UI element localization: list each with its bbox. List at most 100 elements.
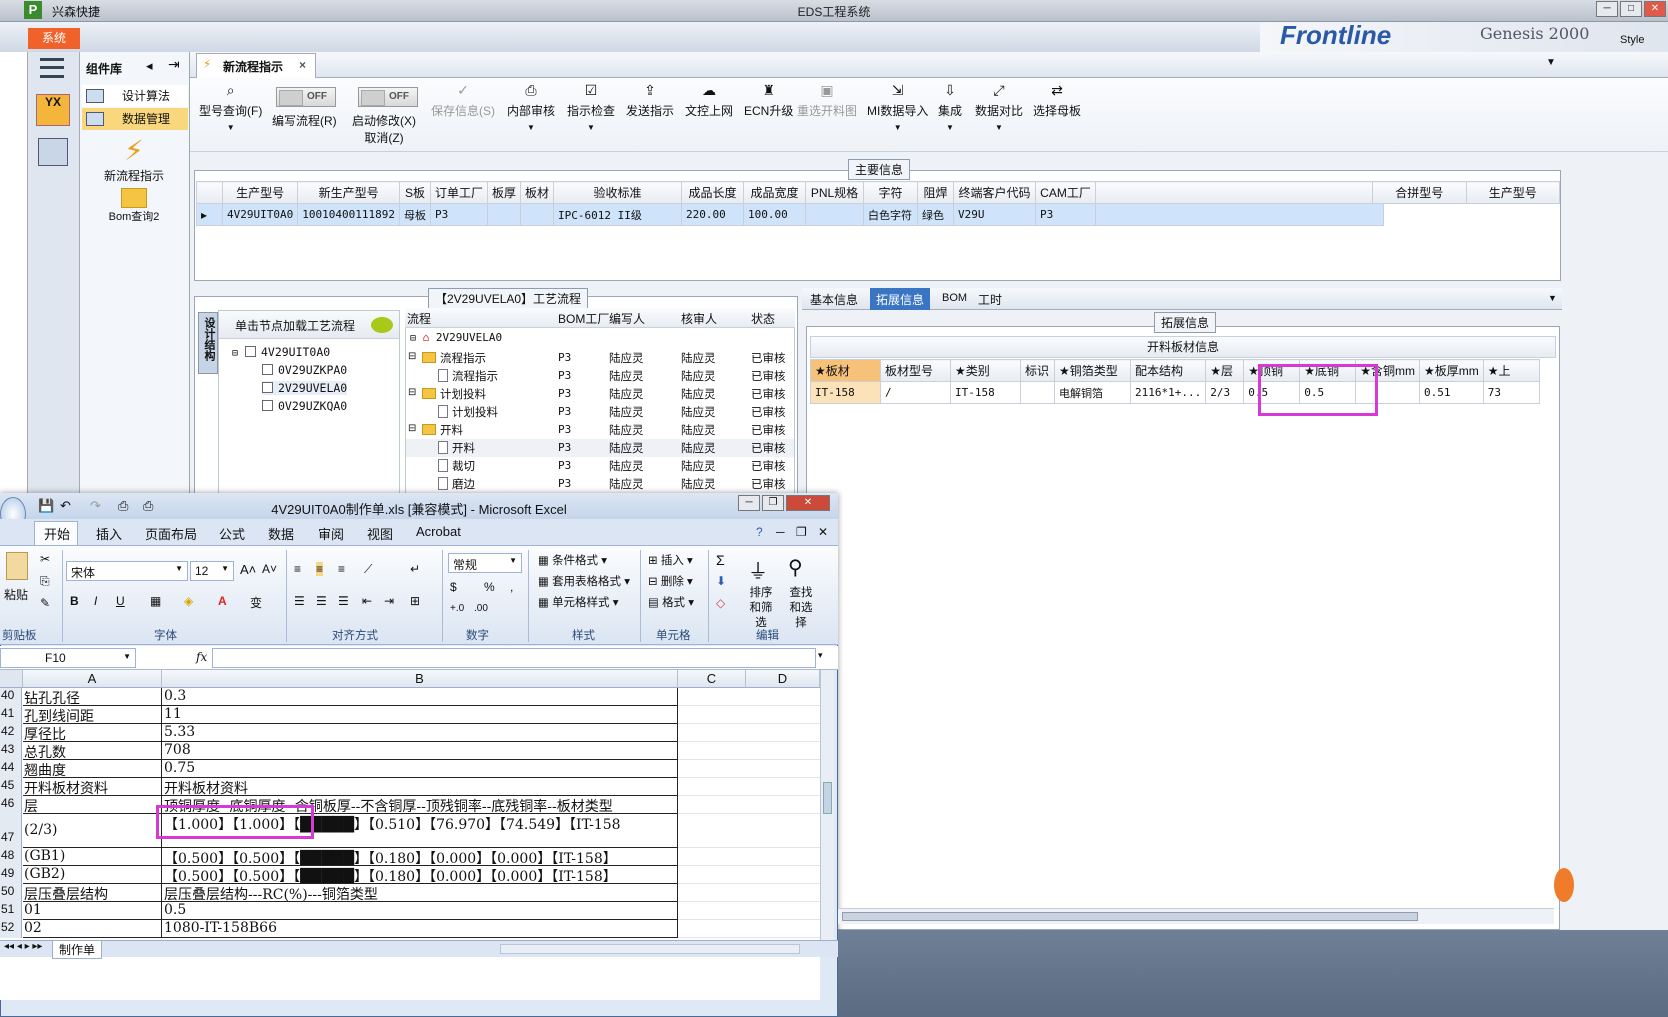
cell[interactable] — [805, 203, 864, 226]
cell-c[interactable] — [678, 920, 820, 938]
align-top-icon[interactable]: ≡ — [294, 562, 301, 576]
cell-a[interactable]: 层 — [23, 796, 162, 814]
sheet-row[interactable]: 46 层顶铜厚度--底铜厚度--含铜板厚--不含铜厚--顶残铜率--底残铜率--板… — [0, 796, 820, 814]
italic-icon[interactable]: I — [94, 594, 97, 608]
decrease-decimal-icon[interactable]: .00 — [474, 603, 488, 614]
shrink-font-icon[interactable]: A˅ — [262, 562, 277, 576]
clear-icon[interactable]: ◇ — [716, 596, 725, 610]
row-number[interactable]: 52 — [0, 920, 22, 938]
delete-cells-button[interactable]: ⊟ 删除 ▾ — [648, 573, 693, 589]
row-number[interactable]: 43 — [0, 742, 22, 760]
cell[interactable] — [486, 203, 521, 226]
row-number[interactable]: 46 — [0, 796, 22, 814]
format-as-table-button[interactable]: ▦ 套用表格格式 ▾ — [538, 573, 630, 589]
sheet-row[interactable]: 48 (GB1) 【0.500】【0.500】【█████】【0.180】【0.00… — [0, 848, 820, 866]
row-number[interactable]: 51 — [0, 902, 22, 920]
hamburger-menu-icon[interactable] — [40, 58, 64, 78]
cell-b[interactable]: 【0.500】【0.500】【█████】【0.180】【0.000】【0.00… — [162, 848, 678, 866]
cell-b[interactable]: 层压叠层结构---RC(%)---铜箔类型 — [162, 884, 678, 902]
model-query-button[interactable]: ⌕ 型号查询(F) ▼ — [199, 82, 262, 133]
cell[interactable]: P3 — [429, 203, 488, 226]
cancel-edit-link[interactable]: 取消(Z) — [364, 131, 403, 145]
sheet-row[interactable]: 45 开料板材资料 开料板材资料 — [0, 778, 820, 796]
find-select-button[interactable]: 查找和选择 — [784, 586, 818, 631]
conditional-format-button[interactable]: ▦ 条件格式 ▾ — [538, 552, 607, 568]
column-header[interactable]: PNL规格 — [805, 181, 864, 204]
cell-b[interactable]: 5.33 — [162, 724, 678, 742]
row-number[interactable]: 47 — [0, 814, 22, 848]
column-header[interactable]: ★上 — [1482, 359, 1540, 382]
process-root-node[interactable]: ⊟ ⌂ 2V29UVELA0 — [410, 331, 502, 344]
cell[interactable] — [1020, 381, 1055, 404]
scroll-thumb[interactable] — [823, 782, 832, 814]
column-header[interactable]: 订单工厂 — [429, 181, 488, 204]
cell-c[interactable] — [678, 796, 820, 814]
sheet-row[interactable]: 43 总孔数 708 — [0, 742, 820, 760]
font-name-select[interactable]: 宋体 ▼ — [66, 561, 188, 581]
percent-icon[interactable]: % — [484, 580, 495, 594]
column-header[interactable]: 配本结构 — [1129, 359, 1207, 382]
format-cells-button[interactable]: ▤ 格式 ▾ — [648, 594, 694, 610]
internal-review-button[interactable]: ⎙ 内部审核 ▼ — [507, 82, 555, 133]
paste-icon[interactable] — [6, 552, 28, 580]
launcher-bom-query[interactable]: Bom查询2 — [80, 188, 188, 224]
column-header[interactable]: 字符 — [863, 181, 918, 204]
column-header[interactable]: 合拼型号 — [1372, 181, 1467, 204]
sheet-nav-icon[interactable]: ◂◂ ◂ ▸ ▸▸ — [4, 941, 42, 952]
cell-a[interactable]: 总孔数 — [23, 742, 162, 760]
column-header[interactable]: 阻焊 — [917, 181, 954, 204]
cell-a[interactable]: 层压叠层结构 — [23, 884, 162, 902]
column-header[interactable]: 板厚 — [486, 181, 521, 204]
cell-b[interactable]: 11 — [162, 706, 678, 724]
cell[interactable]: 10010400111892 — [297, 203, 400, 226]
tab-extended-info[interactable]: 拓展信息 — [870, 288, 931, 310]
row-number[interactable]: 49 — [0, 866, 22, 884]
cell[interactable]: 母板 — [398, 203, 431, 226]
cell[interactable]: IT-158 — [950, 381, 1021, 404]
data-compare-button[interactable]: ⤢ 数据对比 ▼ — [975, 82, 1023, 133]
sheet-row[interactable]: 49 (GB2) 【0.500】【0.500】【█████】【0.180】【0.00… — [0, 866, 820, 884]
column-header-a[interactable]: A — [23, 670, 162, 688]
cell-c[interactable] — [678, 866, 820, 884]
save-info-button[interactable]: ✓ 保存信息(S) — [431, 82, 495, 119]
find-select-icon[interactable]: ⚲ — [788, 555, 803, 580]
increase-decimal-icon[interactable]: +.0 — [450, 603, 464, 614]
cell-c[interactable] — [678, 688, 820, 706]
workbook-restore-icon[interactable]: ❐ — [796, 525, 807, 539]
process-row[interactable]: ⊟ 计划投料 P3 陆应灵 陆应灵 已审核 — [406, 385, 794, 403]
decrease-indent-icon[interactable]: ⇤ — [362, 594, 372, 608]
column-header-c[interactable]: C — [678, 670, 746, 688]
column-header[interactable]: ★板材 — [810, 359, 881, 382]
insert-cells-button[interactable]: ⊞ 插入 ▾ — [648, 552, 693, 568]
column-header[interactable]: 成品宽度 — [743, 181, 806, 204]
tab-basic-info[interactable]: 基本信息 — [810, 291, 858, 308]
start-edit-toggle[interactable]: OFF — [358, 87, 418, 107]
style-label[interactable]: Style — [1620, 34, 1644, 46]
excel-restore-button[interactable]: ❐ — [762, 495, 784, 511]
cell-c[interactable] — [678, 724, 820, 742]
copy-icon[interactable]: ⎘ — [40, 574, 50, 589]
comma-icon[interactable]: , — [510, 580, 513, 594]
format-painter-icon[interactable]: ✎ — [40, 596, 50, 610]
cell[interactable]: 100.00 — [743, 203, 806, 226]
cell-a[interactable]: (GB2) — [23, 866, 162, 884]
ecn-upgrade-button[interactable]: ♜ ECN升级 — [744, 82, 793, 119]
number-format-select[interactable]: 常规 ▼ — [448, 553, 522, 573]
cell[interactable]: 220.00 — [681, 203, 744, 226]
cell-styles-button[interactable]: ▦ 单元格样式 ▾ — [538, 594, 619, 610]
cell-b[interactable]: 1080-IT-158B66 — [162, 920, 678, 938]
doc-control-online-button[interactable]: ☁ 文控上网 — [685, 82, 733, 119]
grow-font-icon[interactable]: A˄ — [240, 562, 256, 577]
nav-item-data-management[interactable]: 数据管理 — [82, 108, 188, 130]
ribbon-tab-data[interactable]: 数据 — [268, 524, 294, 543]
cell[interactable]: 白色字符 — [863, 203, 918, 226]
close-tab-icon[interactable]: × — [299, 58, 306, 72]
cell-a[interactable]: 01 — [23, 902, 162, 920]
integrate-button[interactable]: ⇩ 集成 ▼ — [938, 82, 962, 133]
instruction-check-button[interactable]: ☑ 指示检查 ▼ — [567, 82, 615, 133]
column-header[interactable]: ★层 — [1205, 359, 1245, 382]
horizontal-scrollbar[interactable] — [500, 944, 800, 954]
process-row[interactable]: 流程指示 P3 陆应灵 陆应灵 已审核 — [406, 367, 794, 385]
reselect-cutting-button[interactable]: ▣ 重选开料图 — [797, 82, 857, 119]
row-number[interactable]: 45 — [0, 778, 22, 796]
